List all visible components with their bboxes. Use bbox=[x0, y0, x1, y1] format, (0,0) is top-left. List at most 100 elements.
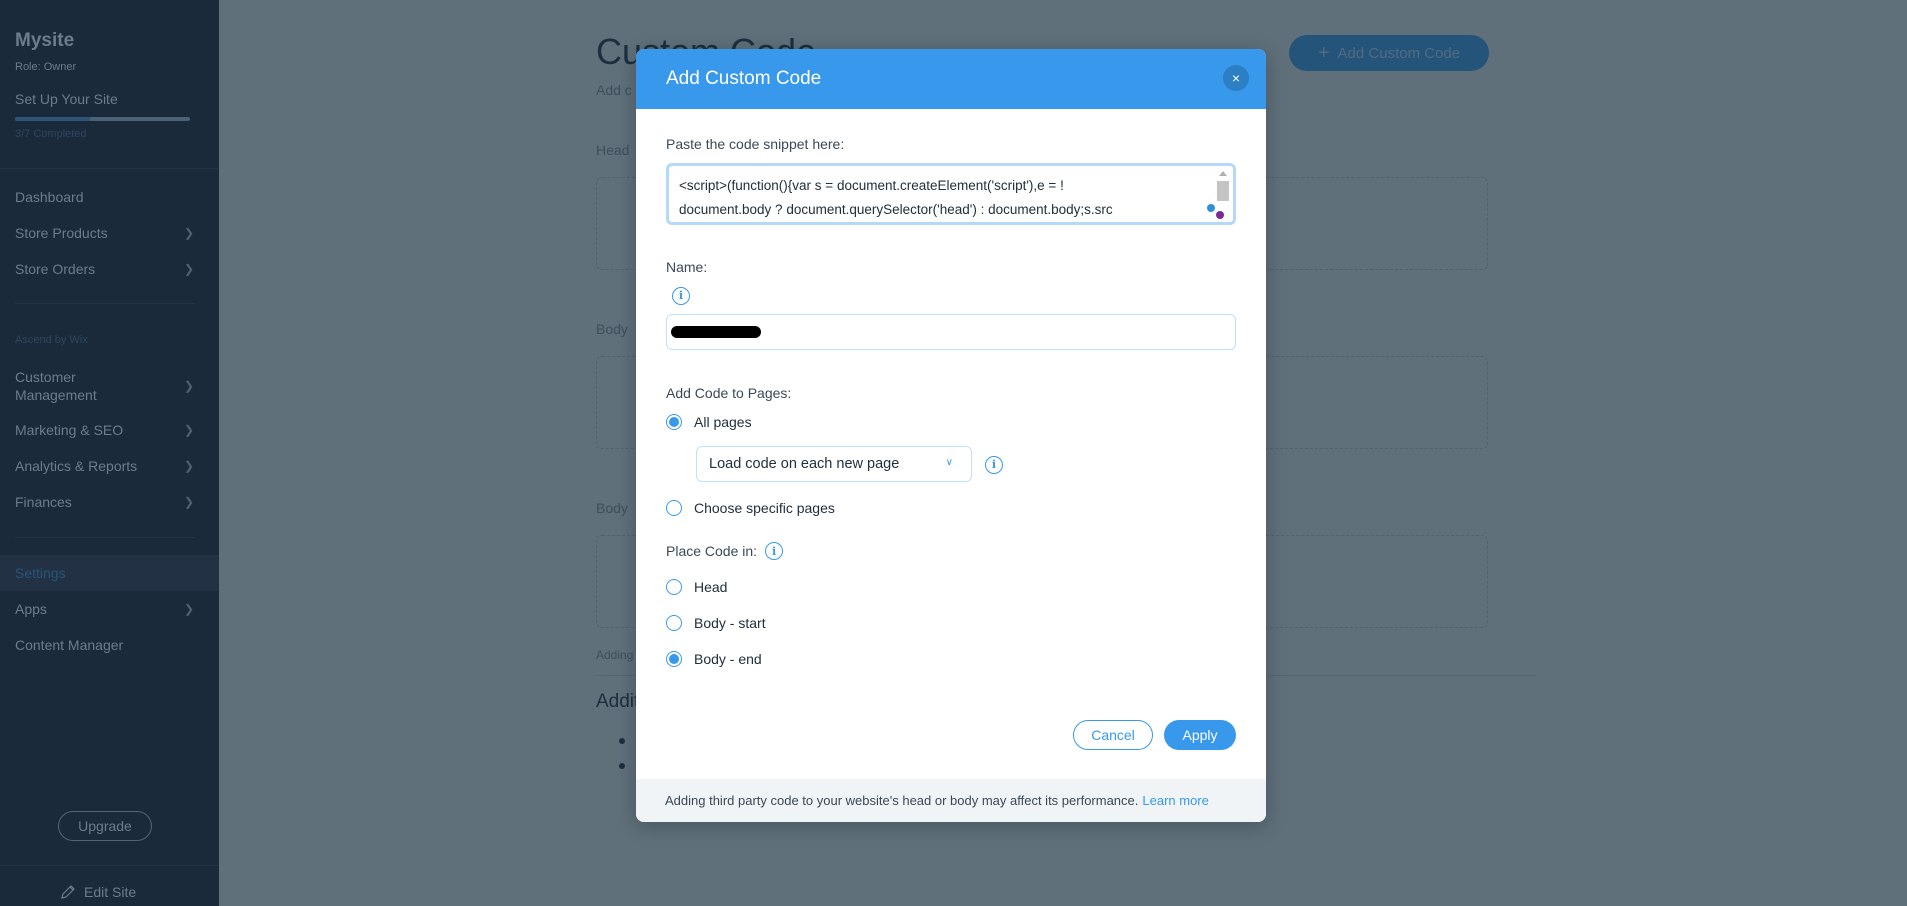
sidebar-item-label: Analytics & Reports bbox=[15, 458, 138, 474]
radio-button[interactable] bbox=[666, 579, 682, 595]
setup-completed-count: 3/7 Completed bbox=[15, 128, 87, 140]
divider bbox=[15, 537, 195, 538]
chevron-right-icon: ❯ bbox=[184, 602, 195, 616]
name-input[interactable] bbox=[666, 314, 1236, 350]
sidebar-item-label: Marketing & SEO bbox=[15, 422, 124, 438]
radio-button[interactable] bbox=[666, 615, 682, 631]
site-name: Mysite bbox=[15, 30, 75, 51]
select-value: Load code on each new page bbox=[709, 456, 900, 472]
chevron-right-icon: ❯ bbox=[184, 226, 195, 240]
divider bbox=[15, 303, 195, 304]
sidebar-item-store-products[interactable]: Store Products ❯ bbox=[0, 221, 219, 245]
sidebar-item-label: Store Orders bbox=[15, 261, 96, 277]
info-icon[interactable]: i bbox=[985, 455, 1003, 474]
radio-body-end[interactable]: Body - end bbox=[666, 651, 762, 667]
sidebar-item-analytics-reports[interactable]: Analytics & Reports ❯ bbox=[0, 454, 219, 478]
add-custom-code-button[interactable]: + Add Custom Code bbox=[1289, 35, 1489, 71]
setup-progress-bar bbox=[15, 117, 190, 121]
radio-label: Choose specific pages bbox=[694, 500, 835, 516]
sidebar-item-label: Settings bbox=[15, 565, 66, 581]
grammar-indicator-icon bbox=[1207, 204, 1215, 212]
setup-site-link[interactable]: Set Up Your Site bbox=[15, 91, 118, 107]
add-custom-code-modal: Add Custom Code × Paste the code snippet… bbox=[636, 49, 1266, 822]
modal-header: Add Custom Code bbox=[636, 49, 1266, 109]
divider bbox=[0, 168, 219, 169]
radio-button[interactable] bbox=[666, 500, 682, 516]
modal-footer: Adding third party code to your website'… bbox=[636, 779, 1266, 822]
code-line: document.body ? document.querySelector('… bbox=[679, 202, 1113, 217]
section-label-body-start: Body bbox=[596, 321, 628, 337]
edit-site-button[interactable]: Edit Site bbox=[60, 884, 136, 900]
section-label-body-end: Body bbox=[596, 500, 628, 516]
page-note: Adding bbox=[596, 648, 634, 662]
label-line: Management bbox=[15, 387, 97, 403]
add-custom-code-label: Add Custom Code bbox=[1337, 44, 1461, 62]
sidebar-item-marketing-seo[interactable]: Marketing & SEO ❯ bbox=[0, 418, 219, 442]
name-label: Name: bbox=[666, 259, 708, 275]
label-line: Customer bbox=[15, 369, 76, 385]
sidebar-item-store-orders[interactable]: Store Orders ❯ bbox=[0, 257, 219, 281]
sidebar-item-customer-management[interactable]: Customer Management ❯ bbox=[0, 366, 219, 406]
sidebar-item-label: Customer Management bbox=[15, 368, 97, 404]
radio-label: All pages bbox=[694, 414, 752, 430]
setup-progress-fill bbox=[15, 117, 90, 121]
chevron-right-icon: ❯ bbox=[184, 423, 195, 437]
code-line: <script>(function(){var s = document.cre… bbox=[679, 178, 1064, 193]
load-info-wrapper: i bbox=[985, 455, 1003, 474]
info-icon[interactable]: i bbox=[672, 286, 690, 305]
bullet bbox=[619, 738, 625, 744]
sidebar-item-dashboard[interactable]: Dashboard bbox=[0, 185, 219, 209]
info-icon[interactable]: i bbox=[765, 542, 784, 560]
radio-label: Head bbox=[694, 579, 728, 595]
plus-icon: + bbox=[1317, 41, 1330, 64]
radio-all-pages[interactable]: All pages bbox=[666, 414, 752, 430]
sidebar-item-label: Apps bbox=[15, 601, 47, 617]
radio-choose-specific-pages[interactable]: Choose specific pages bbox=[666, 500, 835, 516]
section-label-ascend: Ascend by Wix bbox=[15, 334, 88, 346]
add-code-to-pages-label: Add Code to Pages: bbox=[666, 385, 792, 401]
role-label: Role: Owner bbox=[15, 61, 77, 73]
apply-button[interactable]: Apply bbox=[1164, 720, 1236, 750]
chevron-down-icon: ∨ bbox=[945, 457, 953, 468]
radio-label: Body - start bbox=[694, 615, 766, 631]
extension-badge-icon bbox=[1216, 211, 1224, 219]
cancel-button[interactable]: Cancel bbox=[1073, 720, 1153, 750]
scroll-up-arrow-icon[interactable] bbox=[1219, 171, 1227, 176]
close-icon: × bbox=[1231, 70, 1241, 86]
upgrade-button[interactable]: Upgrade bbox=[58, 811, 152, 841]
chevron-right-icon: ❯ bbox=[184, 495, 195, 509]
sidebar-item-label: Store Products bbox=[15, 225, 108, 241]
chevron-right-icon: ❯ bbox=[184, 262, 195, 276]
place-code-label-row: Place Code in: i bbox=[666, 542, 784, 560]
radio-body-start[interactable]: Body - start bbox=[666, 615, 766, 631]
sidebar-item-label: Finances bbox=[15, 494, 72, 510]
code-snippet-textarea[interactable]: <script>(function(){var s = document.cre… bbox=[666, 163, 1236, 225]
close-button[interactable]: × bbox=[1223, 65, 1249, 91]
name-info-wrapper: i bbox=[672, 286, 690, 305]
sidebar-item-content-manager[interactable]: Content Manager bbox=[0, 633, 219, 657]
redacted-name-value bbox=[671, 326, 761, 338]
section-label-head: Head bbox=[596, 142, 630, 158]
chevron-right-icon: ❯ bbox=[184, 379, 195, 393]
sidebar-item-finances[interactable]: Finances ❯ bbox=[0, 490, 219, 514]
sidebar-item-label: Dashboard bbox=[15, 189, 84, 205]
sidebar-item-label: Content Manager bbox=[15, 637, 124, 653]
additional-heading: Addit bbox=[596, 691, 640, 712]
modal-title: Add Custom Code bbox=[666, 68, 822, 89]
radio-button-checked[interactable] bbox=[666, 414, 682, 430]
edit-site-label: Edit Site bbox=[84, 884, 137, 900]
textarea-scrollbar[interactable] bbox=[1216, 169, 1230, 219]
sidebar-item-apps[interactable]: Apps ❯ bbox=[0, 597, 219, 621]
divider bbox=[0, 865, 219, 866]
sidebar-item-settings[interactable]: Settings bbox=[0, 555, 219, 591]
load-code-select[interactable]: Load code on each new page ∨ bbox=[696, 446, 972, 482]
radio-button-checked[interactable] bbox=[666, 651, 682, 667]
place-code-label: Place Code in: bbox=[666, 543, 758, 559]
page-subtitle: Add c bbox=[596, 82, 632, 98]
bullet bbox=[619, 763, 625, 769]
learn-more-link[interactable]: Learn more bbox=[1142, 793, 1208, 808]
radio-head[interactable]: Head bbox=[666, 579, 727, 595]
code-snippet-label: Paste the code snippet here: bbox=[666, 136, 845, 152]
scroll-thumb[interactable] bbox=[1217, 181, 1229, 201]
radio-label: Body - end bbox=[694, 651, 762, 667]
